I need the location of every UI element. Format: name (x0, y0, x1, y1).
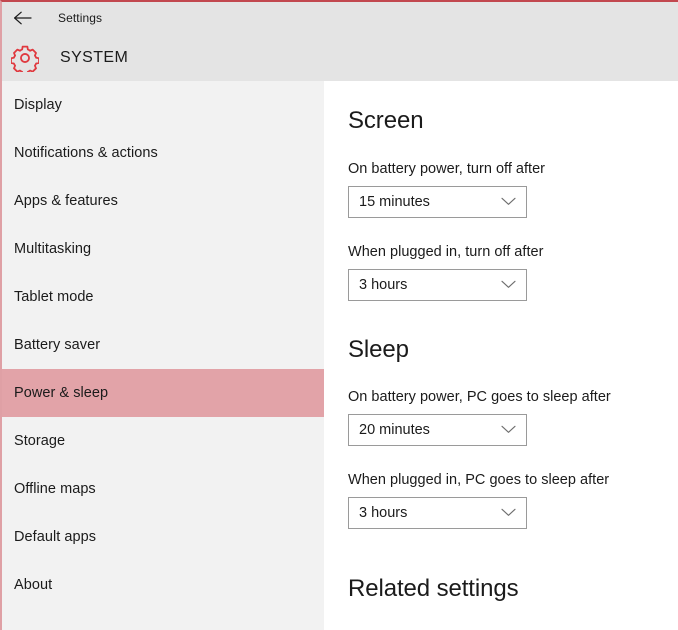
sidebar-item-notifications-actions[interactable]: Notifications & actions (2, 129, 324, 177)
sidebar-item-label: Display (14, 97, 62, 113)
screen-battery-label: On battery power, turn off after (348, 161, 546, 177)
sidebar-item-label: Default apps (14, 529, 97, 545)
chevron-down-icon (501, 193, 516, 211)
back-arrow-icon (12, 10, 34, 26)
sidebar-item-default-apps[interactable]: Default apps (2, 513, 324, 561)
sidebar-item-power-sleep[interactable]: Power & sleep (2, 369, 324, 417)
screen-plugged-label: When plugged in, turn off after (348, 244, 544, 260)
sleep-plugged-label: When plugged in, PC goes to sleep after (348, 472, 610, 488)
sleep-battery-value: 20 minutes (359, 422, 430, 438)
sidebar-item-label: Tablet mode (14, 289, 94, 305)
title-bar: Settings (2, 2, 678, 34)
sleep-plugged-value: 3 hours (359, 505, 408, 521)
sidebar-item-label: Power & sleep (14, 385, 109, 401)
category-title: SYSTEM (60, 49, 129, 66)
sidebar-item-battery-saver[interactable]: Battery saver (2, 321, 324, 369)
screen-plugged-value: 3 hours (359, 277, 408, 293)
sidebar-item-label: Battery saver (14, 337, 101, 353)
sleep-battery-dropdown[interactable]: 20 minutes (348, 414, 527, 446)
sleep-section-heading: Sleep (348, 336, 409, 363)
sidebar-item-display[interactable]: Display (2, 81, 324, 129)
sleep-battery-label: On battery power, PC goes to sleep after (348, 389, 611, 405)
back-button[interactable] (2, 3, 44, 33)
sidebar-item-label: Multitasking (14, 241, 92, 257)
chevron-down-icon (501, 504, 516, 522)
sidebar-item-multitasking[interactable]: Multitasking (2, 225, 324, 273)
gear-icon (4, 44, 46, 72)
screen-plugged-dropdown[interactable]: 3 hours (348, 269, 527, 301)
screen-battery-dropdown[interactable]: 15 minutes (348, 186, 527, 218)
category-header: SYSTEM (2, 38, 128, 78)
sidebar-item-label: Storage (14, 433, 66, 449)
screen-battery-value: 15 minutes (359, 194, 430, 210)
titlebar-title: Settings (58, 11, 103, 25)
sidebar-item-about[interactable]: About (2, 561, 324, 609)
settings-window: Settings SYSTEM Display Notifications & … (0, 0, 678, 630)
sidebar-item-storage[interactable]: Storage (2, 417, 324, 465)
sidebar-item-apps-features[interactable]: Apps & features (2, 177, 324, 225)
settings-sidebar: Display Notifications & actions Apps & f… (2, 81, 324, 630)
settings-content: Screen On battery power, turn off after … (324, 81, 678, 630)
screen-section-heading: Screen (348, 107, 424, 134)
sleep-plugged-dropdown[interactable]: 3 hours (348, 497, 527, 529)
sidebar-item-tablet-mode[interactable]: Tablet mode (2, 273, 324, 321)
related-settings-heading: Related settings (348, 575, 519, 602)
sidebar-item-label: About (14, 577, 53, 593)
chevron-down-icon (501, 421, 516, 439)
chevron-down-icon (501, 276, 516, 294)
sidebar-item-label: Apps & features (14, 193, 118, 209)
sidebar-item-label: Notifications & actions (14, 145, 158, 161)
sidebar-item-offline-maps[interactable]: Offline maps (2, 465, 324, 513)
app-header: Settings SYSTEM (2, 2, 678, 81)
sidebar-item-label: Offline maps (14, 481, 96, 497)
